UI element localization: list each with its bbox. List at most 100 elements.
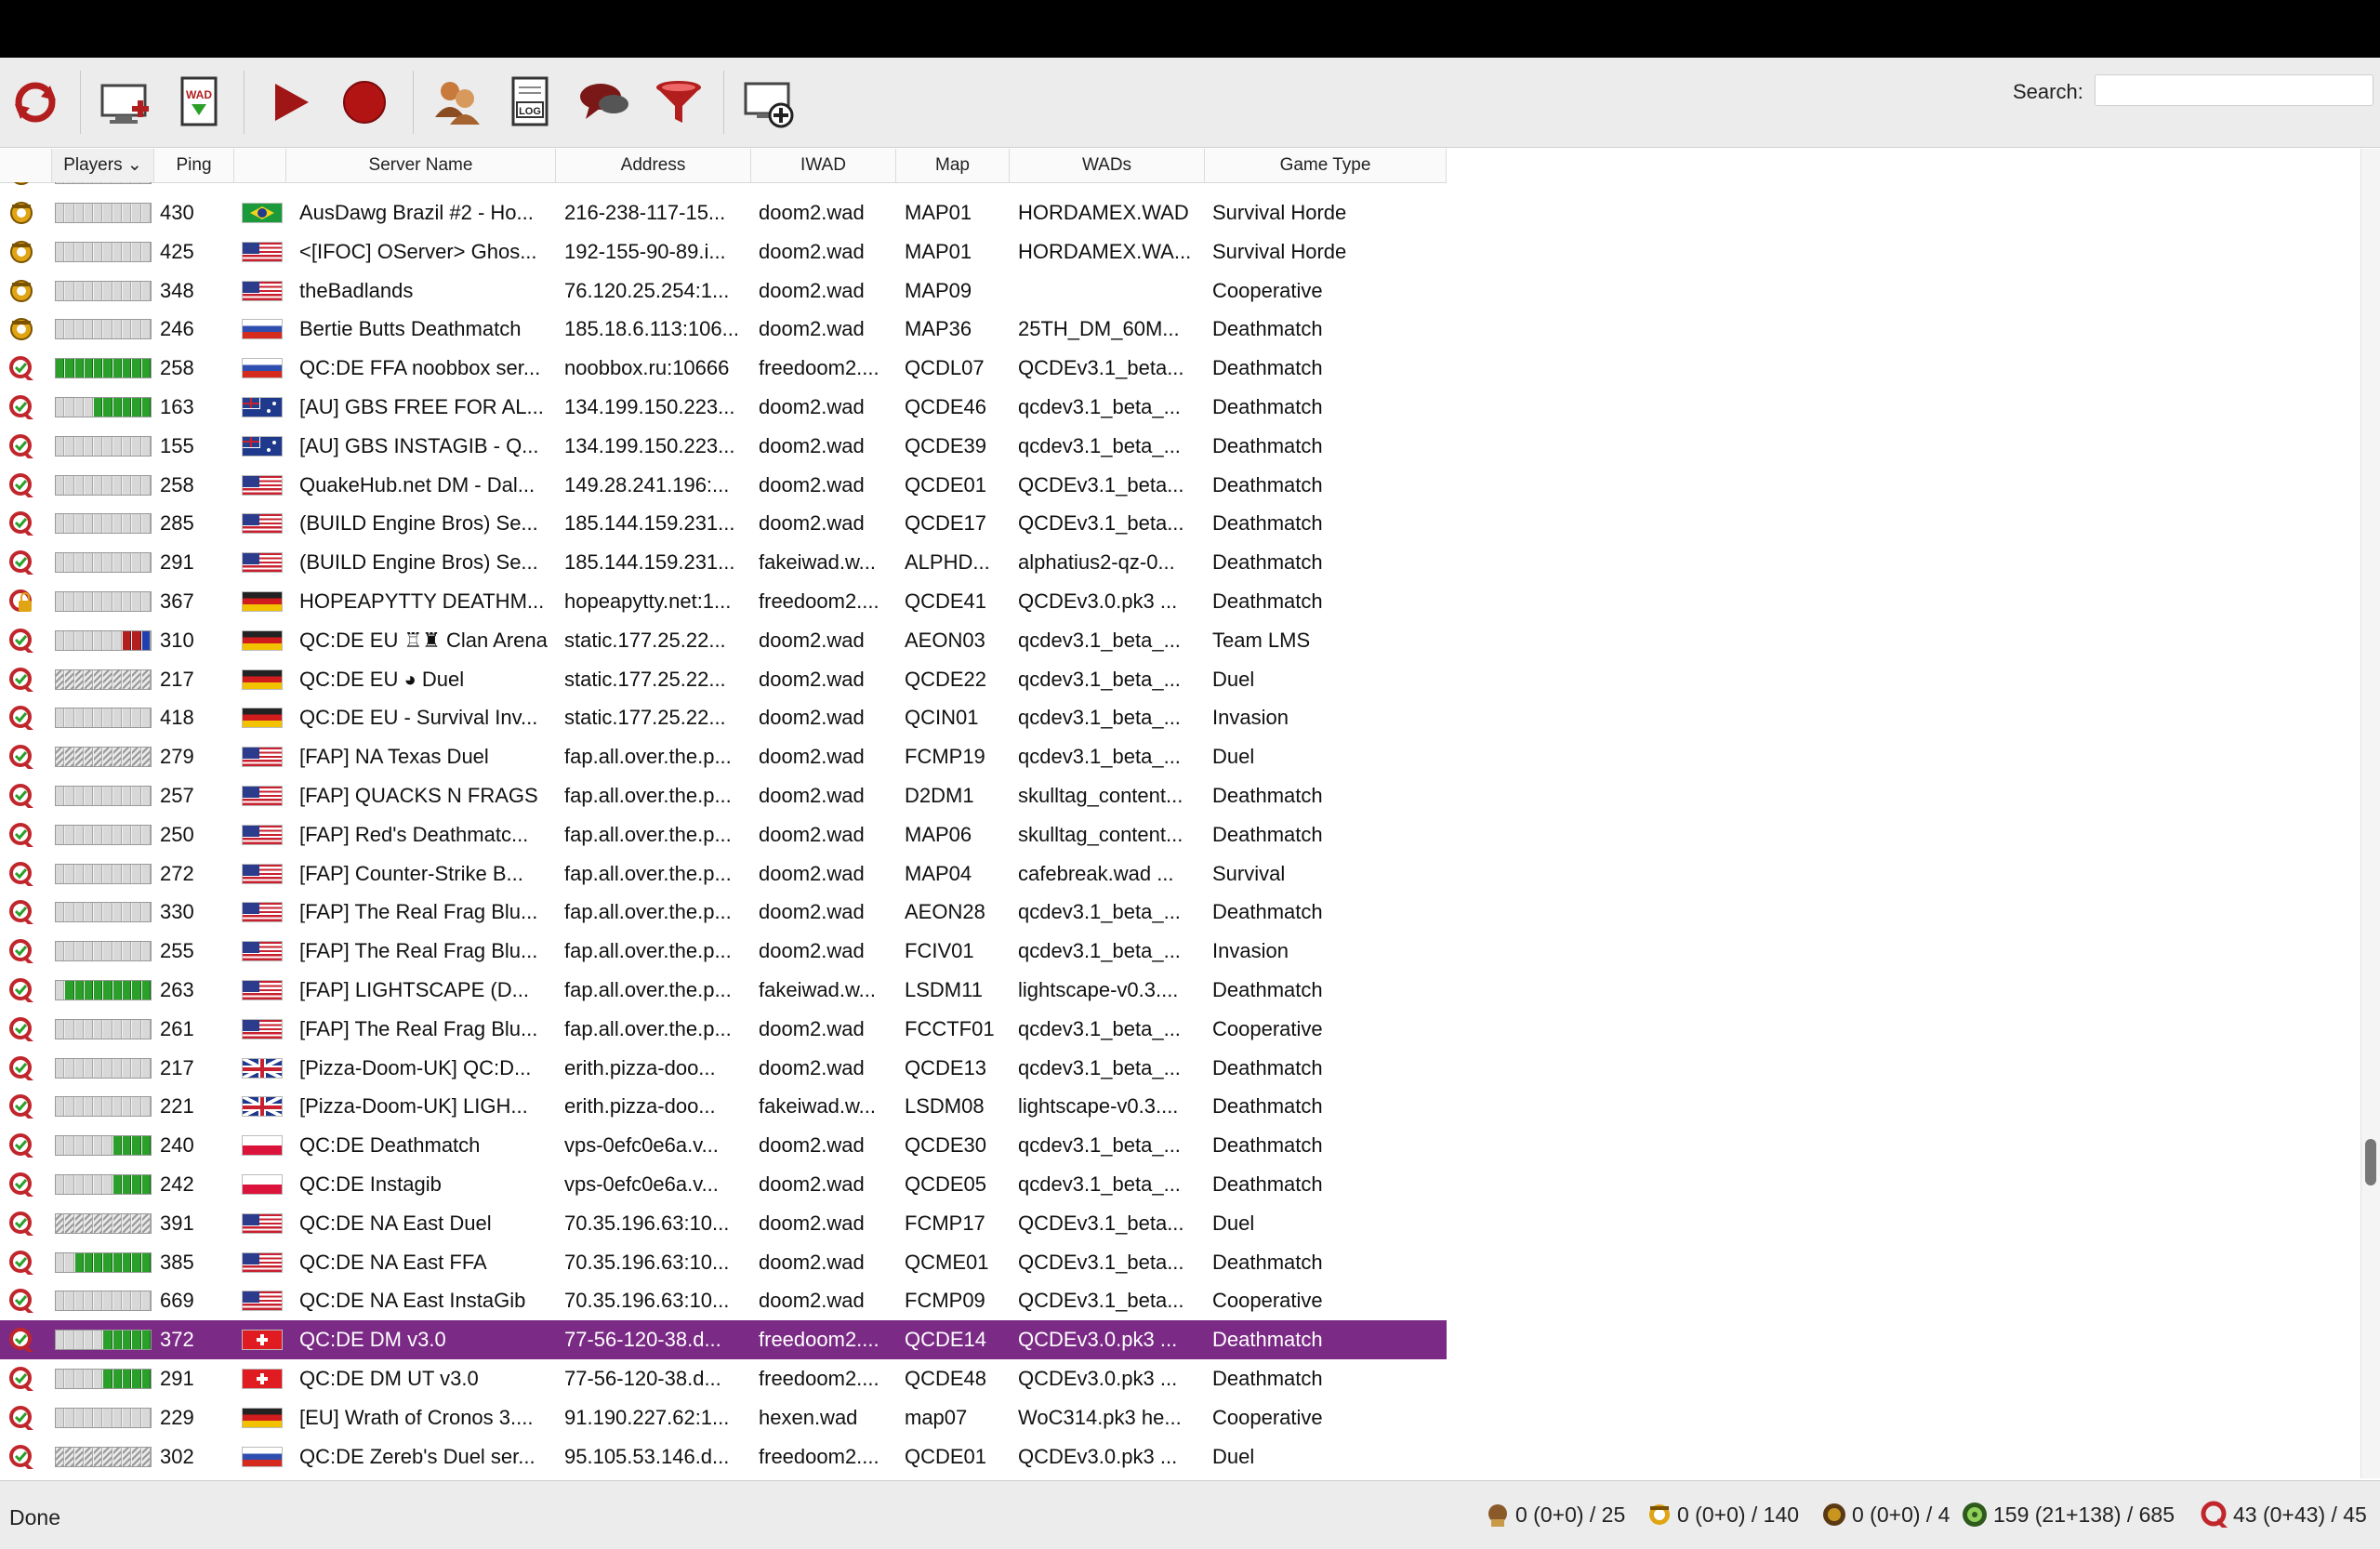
- table-row[interactable]: 367 HOPEAPYTTY DEATHM... hopeapytty.net:1.…: [0, 582, 1447, 621]
- table-row[interactable]: 255 [FAP] The Real Frag Blu... fap.all.ove…: [0, 932, 1447, 971]
- wads-cell: QCDEv3.0.pk3 ...: [1018, 1367, 1178, 1390]
- map-cell: QCDE14: [905, 1328, 987, 1352]
- map-cell: FCMP19: [905, 745, 985, 769]
- map-cell: FCMP09: [905, 1289, 985, 1313]
- table-row[interactable]: 242 QC:DE Instagib vps-0efc0e6a.v... doom2.…: [0, 1165, 1447, 1204]
- column-header: Players ⌄ Ping Server Name Address IWAD …: [0, 149, 1447, 183]
- table-row[interactable]: 385 QC:DE NA East FFA 70.35.196.63:10... do…: [0, 1243, 1447, 1282]
- qzandronum-server-icon: [9, 822, 33, 847]
- col-icon[interactable]: [0, 149, 52, 182]
- table-row[interactable]: 263 [FAP] LIGHTSCAPE (D... fap.all.over.th…: [0, 971, 1447, 1010]
- qzandronum-server-icon: [9, 1367, 33, 1391]
- table-row[interactable]: 229 [EU] Wrath of Cronos 3.... 91.190.227.…: [0, 1398, 1447, 1437]
- table-row[interactable]: 258 QuakeHub.net DM - Dal... 149.28.241.19…: [0, 466, 1447, 505]
- server-name-cell: [AU] GBS FREE FOR AL...: [299, 395, 544, 418]
- table-row[interactable]: 425 <[IFOC] OServer> Ghos... 192-155-90-89…: [0, 232, 1447, 271]
- table-row[interactable]: 217 QC:DE EU ◕ Duel static.177.25.22... doo…: [0, 660, 1447, 699]
- table-row[interactable]: 669 QC:DE NA East InstaGib 70.35.196.63:10…: [0, 1281, 1447, 1320]
- player-bar: [55, 1407, 152, 1428]
- col-iwad[interactable]: IWAD: [751, 149, 896, 182]
- table-row-selected[interactable]: 372 QC:DE DM v3.0 77-56-120-38.d... freedoo…: [0, 1320, 1447, 1360]
- zdaemon-icon: [1963, 1503, 1987, 1527]
- table-row[interactable]: 285 (BUILD Engine Bros) Se... 185.144.159.…: [0, 504, 1447, 543]
- game-type-cell: Deathmatch: [1212, 900, 1323, 924]
- table-row[interactable]: 348 theBadlands 76.120.25.254:1... doom2.wa…: [0, 271, 1447, 311]
- col-game-type[interactable]: Game Type: [1205, 149, 1447, 182]
- server-name-cell: [FAP] The Real Frag Blu...: [299, 900, 538, 924]
- qzandronum-server-icon: [9, 1405, 33, 1430]
- table-row[interactable]: 250 [FAP] Red's Deathmatc... fap.all.over.…: [0, 815, 1447, 854]
- table-row[interactable]: 430 AusDawg Brazil #2 - Ho... 216-238-117-…: [0, 193, 1447, 232]
- address-cell: 70.35.196.63:10...: [564, 1250, 730, 1274]
- table-row[interactable]: 302 QC:DE Zereb's Duel ser... 95.105.53.14…: [0, 1437, 1447, 1475]
- col-wads[interactable]: WADs: [1010, 149, 1205, 182]
- col-players[interactable]: Players ⌄: [52, 149, 154, 182]
- table-row[interactable]: 258 QC:DE FFA noobbox ser... noobbox.ru:10…: [0, 349, 1447, 388]
- flag-icon: [242, 474, 283, 496]
- address-cell: 216-238-117-15...: [564, 201, 726, 224]
- search-input[interactable]: [2095, 74, 2373, 106]
- server-name-cell: QC:DE NA East InstaGib: [299, 1289, 526, 1313]
- table-row[interactable]: 418 QC:DE EU - Survival Inv... static.177.…: [0, 698, 1447, 737]
- chat-icon[interactable]: [569, 67, 640, 138]
- table-row-partial[interactable]: [0, 182, 1447, 193]
- table-row[interactable]: 279 [FAP] NA Texas Duel fap.all.over.the.p…: [0, 737, 1447, 776]
- add-server-icon[interactable]: [89, 67, 160, 138]
- game-type-cell: Deathmatch: [1212, 317, 1323, 341]
- player-bar: [55, 1135, 152, 1157]
- toolbar: WAD LOG Search:: [0, 58, 2380, 148]
- filter-icon[interactable]: [643, 67, 714, 138]
- log-icon[interactable]: LOG: [495, 67, 565, 138]
- wads-cell: qcdev3.1_beta_...: [1018, 939, 1181, 963]
- table-row[interactable]: 272 [FAP] Counter-Strike B... fap.all.over…: [0, 854, 1447, 894]
- table-row[interactable]: 257 [FAP] QUACKS N FRAGS fap.all.over.the.…: [0, 776, 1447, 815]
- ping-cell: 217: [160, 1055, 194, 1079]
- table-row[interactable]: 246 Bertie Butts Deathmatch 185.18.6.113:1…: [0, 310, 1447, 349]
- wad-download-icon[interactable]: WAD: [164, 67, 234, 138]
- player-bar: [55, 552, 152, 574]
- table-row[interactable]: 155 [AU] GBS INSTAGIB - Q... 134.199.150.2…: [0, 427, 1447, 466]
- qzandronum-server-icon: [9, 511, 33, 536]
- flag-icon: [242, 1018, 283, 1039]
- col-server-name[interactable]: Server Name: [286, 149, 556, 182]
- map-cell: QCME01: [905, 1250, 989, 1274]
- create-server-icon[interactable]: [733, 67, 803, 138]
- game-type-cell: Deathmatch: [1212, 1055, 1323, 1079]
- table-row[interactable]: 310 QC:DE EU ♖♜ Clan Arena static.177.25.2…: [0, 621, 1447, 660]
- server-list[interactable]: Players ⌄ Ping Server Name Address IWAD …: [0, 149, 2380, 1478]
- table-row[interactable]: 291 QC:DE DM UT v3.0 77-56-120-38.d... free…: [0, 1359, 1447, 1398]
- wads-cell: QCDEv3.0.pk3 ...: [1018, 1444, 1178, 1468]
- ping-cell: 391: [160, 1211, 194, 1235]
- col-address[interactable]: Address: [556, 149, 751, 182]
- ping-cell: 279: [160, 745, 194, 769]
- table-row[interactable]: 291 (BUILD Engine Bros) Se... 185.144.159.…: [0, 543, 1447, 582]
- col-map[interactable]: Map: [896, 149, 1010, 182]
- refresh-icon[interactable]: [0, 67, 71, 138]
- address-cell: fap.all.over.the.p...: [564, 784, 732, 807]
- table-row[interactable]: 261 [FAP] The Real Frag Blu... fap.all.ove…: [0, 1010, 1447, 1049]
- flag-icon: [242, 552, 283, 574]
- vertical-scrollbar[interactable]: [2360, 149, 2380, 1478]
- iwad-cell: doom2.wad: [759, 472, 865, 496]
- locked-server-icon: [9, 589, 32, 612]
- iwad-cell: fakeiwad.w...: [759, 550, 876, 575]
- flag-icon: [242, 1407, 283, 1428]
- table-row[interactable]: 240 QC:DE Deathmatch vps-0efc0e6a.v... doom…: [0, 1126, 1447, 1165]
- col-flag[interactable]: [234, 149, 286, 182]
- table-row[interactable]: 217 [Pizza-Doom-UK] QC:D... erith.pizza-do…: [0, 1049, 1447, 1088]
- players-icon[interactable]: [422, 67, 493, 138]
- play-icon[interactable]: [255, 67, 325, 138]
- col-ping[interactable]: Ping: [154, 149, 234, 182]
- wads-cell: qcdev3.1_beta_...: [1018, 628, 1181, 652]
- table-row[interactable]: 330 [FAP] The Real Frag Blu... fap.all.ove…: [0, 893, 1447, 932]
- game-type-cell: Cooperative: [1212, 1405, 1323, 1429]
- scrollbar-thumb[interactable]: [2365, 1139, 2376, 1185]
- map-cell: FCCTF01: [905, 1016, 995, 1040]
- table-row[interactable]: 391 QC:DE NA East Duel 70.35.196.63:10... d…: [0, 1204, 1447, 1243]
- player-bar: [55, 319, 152, 340]
- table-row[interactable]: 163 [AU] GBS FREE FOR AL... 134.199.150.22…: [0, 388, 1447, 427]
- qzandronum-server-icon: [9, 1094, 33, 1119]
- record-icon[interactable]: [329, 67, 400, 138]
- wads-cell: lightscape-v0.3....: [1018, 1094, 1179, 1119]
- table-row[interactable]: 221 [Pizza-Doom-UK] LIGH... erith.pizza-do…: [0, 1087, 1447, 1126]
